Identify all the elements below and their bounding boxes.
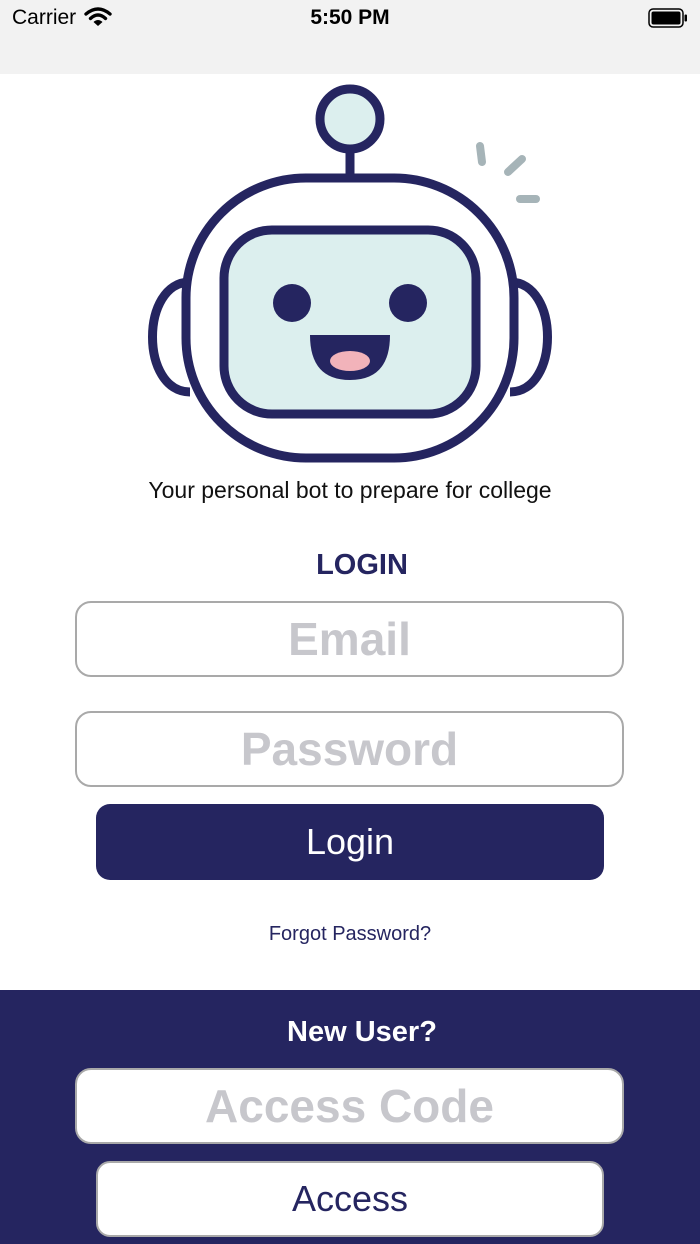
email-field[interactable] [75, 601, 624, 677]
login-heading: LOGIN [316, 549, 408, 581]
forgot-password-link[interactable]: Forgot Password? [0, 923, 700, 946]
clock: 5:50 PM [310, 6, 390, 29]
tagline: Your personal bot to prepare for college [148, 477, 552, 503]
access-code-field[interactable] [75, 1068, 624, 1144]
robot-icon [138, 82, 562, 466]
status-bar: Carrier 5:50 PM [0, 0, 700, 74]
login-button[interactable]: Login [96, 804, 604, 880]
password-field[interactable] [75, 711, 624, 787]
battery-icon [648, 8, 688, 33]
access-button[interactable]: Access [96, 1161, 604, 1237]
new-user-heading: New User? [287, 1016, 437, 1048]
